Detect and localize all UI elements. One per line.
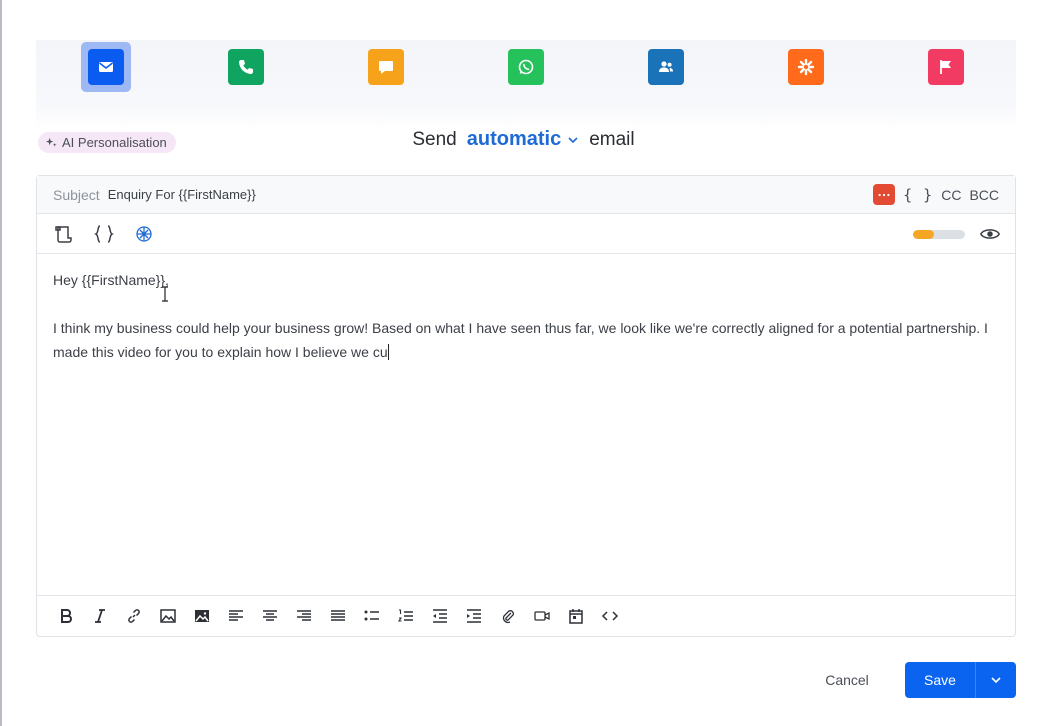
body-paragraph-text: I think my business could help your busi… <box>53 320 988 360</box>
justify-icon <box>331 610 345 621</box>
link-button[interactable] <box>125 607 143 625</box>
users-icon <box>659 61 673 72</box>
italic-icon <box>95 609 105 623</box>
save-button[interactable]: Save <box>905 662 975 698</box>
email-channel-icon[interactable] <box>88 49 124 85</box>
outdent-icon <box>433 609 447 623</box>
numbered-list-button[interactable] <box>397 607 415 625</box>
indent-icon <box>467 609 481 623</box>
merge-fields-icon[interactable] <box>93 223 115 245</box>
calendar-button[interactable] <box>567 607 585 625</box>
indent-button[interactable] <box>465 607 483 625</box>
whatsapp-channel-icon[interactable] <box>508 49 544 85</box>
send-suffix: email <box>589 128 635 150</box>
cancel-button[interactable]: Cancel <box>812 669 882 691</box>
chat-bubble-icon <box>379 61 393 74</box>
align-left-button[interactable] <box>227 607 245 625</box>
more-dots-icon <box>878 193 890 196</box>
envelope-icon <box>99 62 113 72</box>
snippet-button[interactable] <box>873 184 896 205</box>
insert-image-button[interactable] <box>159 607 177 625</box>
justify-button[interactable] <box>329 607 347 625</box>
content-score-bar <box>913 230 965 239</box>
email-body-editor[interactable]: Hey {{FirstName}}, I think my business c… <box>53 268 993 388</box>
send-prefix: Send <box>412 128 457 150</box>
body-paragraph: I think my business could help your busi… <box>53 316 993 364</box>
sms-channel-icon[interactable] <box>368 49 404 85</box>
subject-row: Subject Enquiry For {{FirstName}} { } CC… <box>37 176 1015 214</box>
subject-label: Subject <box>53 186 100 203</box>
body-greeting: Hey {{FirstName}}, <box>53 272 169 288</box>
subject-actions: { } CC BCC <box>873 184 999 205</box>
content-score-fill <box>913 230 934 239</box>
ibeam-cursor-icon <box>162 286 168 302</box>
editor-toolbar <box>37 214 1015 254</box>
italic-button[interactable] <box>91 607 109 625</box>
align-right-button[interactable] <box>295 607 313 625</box>
chevron-down-icon <box>568 136 578 143</box>
subject-input[interactable]: Enquiry For {{FirstName}} <box>108 187 256 202</box>
bcc-button[interactable]: BCC <box>969 187 999 203</box>
whatsapp-icon <box>518 59 534 75</box>
image-icon <box>160 609 176 623</box>
openai-icon[interactable] <box>133 223 155 245</box>
format-toolbar <box>37 595 1015 636</box>
template-scroll-icon[interactable] <box>53 223 75 245</box>
source-code-button[interactable] <box>601 607 619 625</box>
bullet-list-button[interactable] <box>363 607 381 625</box>
send-mode-value: automatic <box>466 128 562 150</box>
text-caret <box>387 344 389 360</box>
subject-merge-fields-button[interactable]: { } <box>903 186 933 204</box>
flag-channel-icon[interactable] <box>928 49 964 85</box>
email-editor: Subject Enquiry For {{FirstName}} { } CC… <box>36 175 1016 637</box>
chevron-down-icon <box>991 677 1001 684</box>
contacts-channel-icon[interactable] <box>648 49 684 85</box>
bold-button[interactable] <box>57 607 75 625</box>
preview-eye-icon[interactable] <box>979 223 1001 245</box>
flag-icon <box>940 60 951 74</box>
link-icon <box>128 609 140 623</box>
video-camera-icon <box>534 611 550 621</box>
calendar-icon <box>569 609 583 624</box>
attachment-button[interactable] <box>499 607 517 625</box>
save-button-group: Save <box>905 662 1016 698</box>
bullet-list-icon <box>364 610 379 621</box>
align-left-icon <box>229 610 243 621</box>
image-gallery-button[interactable] <box>193 607 211 625</box>
paperclip-icon <box>502 610 514 624</box>
align-center-button[interactable] <box>261 607 279 625</box>
align-right-icon <box>297 610 311 621</box>
email-step-modal: AI Personalisation Send automatic email … <box>0 0 1043 726</box>
bold-icon <box>61 609 72 623</box>
numbered-list-icon <box>397 609 413 622</box>
phone-icon <box>239 60 253 74</box>
video-button[interactable] <box>533 607 551 625</box>
zapier-channel-icon[interactable] <box>788 49 824 85</box>
save-options-dropdown[interactable] <box>976 662 1016 698</box>
align-center-icon <box>263 610 277 621</box>
gallery-icon <box>195 610 209 622</box>
outdent-button[interactable] <box>431 607 449 625</box>
send-mode-dropdown[interactable]: automatic <box>467 128 579 151</box>
send-mode-line: Send automatic email <box>2 128 1043 151</box>
code-icon <box>601 611 619 621</box>
asterisk-icon <box>797 58 815 76</box>
cc-button[interactable]: CC <box>941 187 961 203</box>
phone-channel-icon[interactable] <box>228 49 264 85</box>
